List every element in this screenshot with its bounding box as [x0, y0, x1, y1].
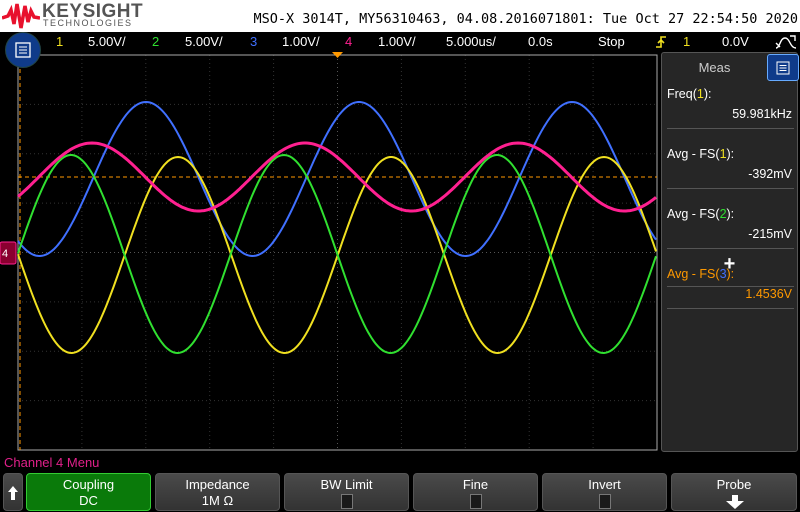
- softkey-label: Invert: [588, 477, 621, 492]
- keysight-logo-icon: [2, 3, 40, 29]
- bw-limit-softkey[interactable]: BW Limit: [284, 473, 409, 511]
- ch4-number[interactable]: 4: [345, 34, 352, 49]
- softkey-value: 1M Ω: [201, 493, 234, 508]
- softkey-label: Impedance: [185, 477, 250, 492]
- softkey-label: Coupling: [62, 477, 115, 492]
- softkey-label: BW Limit: [320, 477, 373, 492]
- softkey-bar: Coupling DC Impedance 1M Ω BW Limit Fine…: [0, 473, 800, 512]
- meas-value: 1.4536V: [745, 287, 792, 301]
- header: KEYSIGHT TECHNOLOGIES MSO-X 3014T, MY563…: [0, 0, 800, 32]
- meas-value: -392mV: [748, 167, 792, 181]
- arrow-up-icon: [8, 486, 18, 500]
- divider: [667, 308, 794, 309]
- meas-value: -215mV: [748, 227, 792, 241]
- ch3-scale[interactable]: 1.00V/: [282, 34, 320, 49]
- ch2-scale[interactable]: 5.00V/: [185, 34, 223, 49]
- status-bar: 1 5.00V/ 2 5.00V/ 3 1.00V/ 4 1.00V/ 5.00…: [0, 32, 800, 52]
- menu-icon: [776, 61, 790, 74]
- softkey-label: Probe: [716, 477, 752, 492]
- trigger-level[interactable]: 0.0V: [722, 34, 749, 49]
- trigger-source[interactable]: 1: [683, 34, 690, 49]
- meas-label: Avg - FS(2):: [667, 207, 735, 221]
- softkey-label: Fine: [462, 477, 489, 492]
- ground-marker-label: 4: [2, 248, 8, 260]
- add-measurement-button[interactable]: +: [667, 253, 792, 276]
- bw-limit-checkbox[interactable]: [340, 494, 353, 509]
- meas-value: 59.981kHz: [732, 107, 792, 121]
- ch2-number[interactable]: 2: [152, 34, 159, 49]
- delay[interactable]: 0.0s: [528, 34, 553, 49]
- ch4-scale[interactable]: 1.00V/: [378, 34, 416, 49]
- timebase[interactable]: 5.000us/: [446, 34, 496, 49]
- divider: [667, 248, 794, 249]
- main-menu-button[interactable]: [5, 32, 41, 68]
- waveform-display[interactable]: 4: [0, 52, 660, 452]
- instrument-title: MSO-X 3014T, MY56310463, 04.08.201607180…: [253, 11, 798, 27]
- divider: [667, 286, 794, 287]
- probe-softkey[interactable]: Probe: [671, 473, 797, 511]
- arrow-down-icon: [726, 495, 744, 509]
- trigger-mode-icon[interactable]: [774, 34, 798, 50]
- impedance-softkey[interactable]: Impedance 1M Ω: [155, 473, 280, 511]
- invert-softkey[interactable]: Invert: [542, 473, 667, 511]
- softkey-value: DC: [79, 493, 98, 508]
- meas-label: Avg - FS(1):: [667, 147, 735, 161]
- divider: [667, 128, 794, 129]
- ch3-number[interactable]: 3: [250, 34, 257, 49]
- ch1-number[interactable]: 1: [56, 34, 63, 49]
- menu-title: Channel 4 Menu: [4, 455, 100, 470]
- brand-subtitle: TECHNOLOGIES: [43, 18, 133, 28]
- divider: [667, 188, 794, 189]
- back-button[interactable]: [3, 473, 23, 511]
- meas-menu-button[interactable]: [767, 54, 799, 81]
- measurements-panel: Meas Freq(1): 59.981kHz Avg - FS(1): -39…: [661, 52, 798, 452]
- meas-tab[interactable]: Meas: [662, 53, 767, 81]
- fine-checkbox[interactable]: [469, 494, 482, 509]
- ch1-scale[interactable]: 5.00V/: [88, 34, 126, 49]
- fine-softkey[interactable]: Fine: [413, 473, 538, 511]
- meas-label: Freq(1):: [667, 87, 712, 101]
- menu-icon: [15, 42, 31, 58]
- rising-edge-icon: [656, 36, 666, 48]
- coupling-softkey[interactable]: Coupling DC: [26, 473, 151, 511]
- invert-checkbox[interactable]: [598, 494, 611, 509]
- run-state[interactable]: Stop: [598, 34, 625, 49]
